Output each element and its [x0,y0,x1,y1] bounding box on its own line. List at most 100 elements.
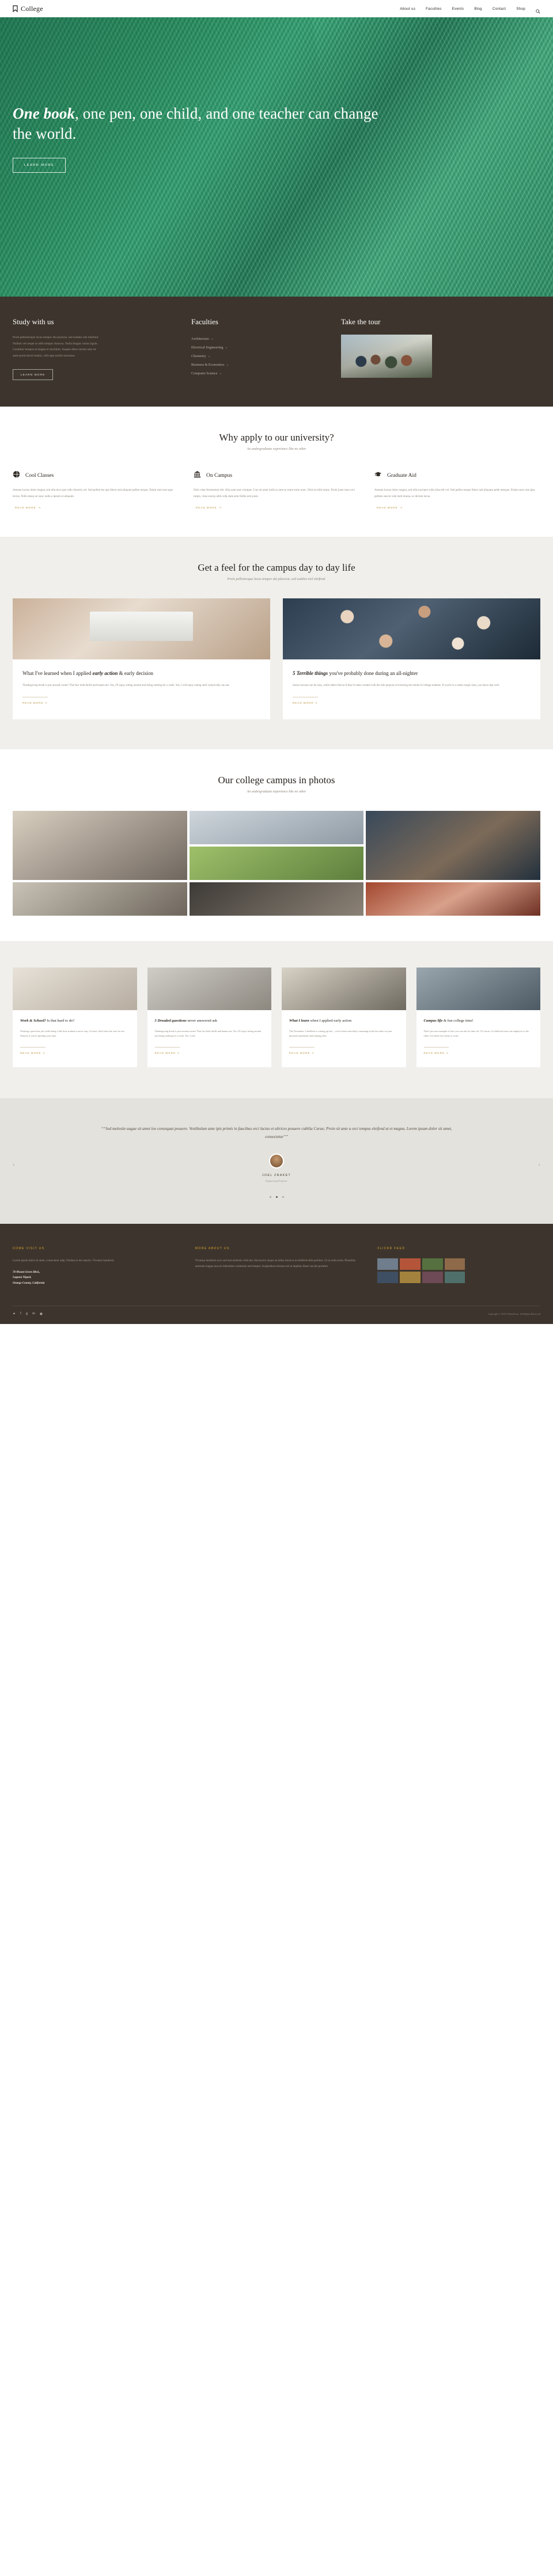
nav-item-contact[interactable]: Contact [493,7,506,11]
tour-title: Take the tour [341,317,381,326]
why-heading: Why apply to our university? [219,432,334,443]
hero-learn-more-button[interactable]: LEARN MORE [13,158,66,173]
article-card[interactable]: Campus life & fun college time! That's j… [416,967,540,1067]
article-title-rest: never answered ask [186,1018,218,1023]
blog-card[interactable]: 5 Terrible things you've probably done d… [283,598,540,719]
read-more-label: READ MORE [154,1051,176,1054]
google-plus-icon[interactable]: g [26,1312,28,1316]
carousel-dot[interactable] [282,1196,284,1198]
testimonial-prev-button[interactable]: ‹ [13,1161,15,1168]
arrow-right-icon: ➞ [310,1051,315,1054]
article-card[interactable]: 5 Dreaded questions never answered ask T… [147,967,271,1067]
feature-title: On Campus [206,473,233,479]
nav-item-shop[interactable]: Shop [516,7,525,11]
feature-graduate-aid: Graduate Aid Aenean luctus dolor magna, … [374,471,540,511]
testimonial-author-role: Engineering Professor [266,1179,287,1182]
faculties-column: Faculties Architecture» Electrical Engin… [191,317,341,380]
flickr-thumb[interactable] [400,1258,421,1270]
photo-gallery-section: Our college campus in photos An undergra… [0,749,553,941]
article-card[interactable]: Work & School? Is that hard to do? Worki… [13,967,137,1067]
blog-title-rest: you've probably done during an all-night… [328,670,418,676]
photo-tile[interactable] [13,882,187,916]
faculty-item-electrical-engineering[interactable]: Electrical Engineering» [191,343,341,352]
nav-item-faculties[interactable]: Faculties [426,7,441,11]
study-with-us-column: Study with us Proin pellentesque lacus t… [13,317,191,381]
rss-icon[interactable]: ◉ [40,1312,43,1316]
arrow-right-icon: ➞ [38,506,41,509]
article-title: 5 Dreaded questions never answered ask [155,1018,264,1024]
carousel-dots [13,1190,540,1201]
blog-title: 5 Terrible things you've probably done d… [293,670,531,677]
why-subheading: An undergraduate experience like no othe… [247,447,306,452]
photos-heading: Our college campus in photos [218,774,335,786]
read-more-label: READ MORE [377,506,398,509]
nav-item-blog[interactable]: Blog [474,7,482,11]
photo-tile[interactable] [366,882,540,916]
arrow-right-icon: ➞ [43,701,48,704]
article-title: Campus life & fun college time! [424,1018,533,1024]
flickr-thumb[interactable] [377,1271,399,1283]
testimonial-next-button[interactable]: › [538,1161,540,1168]
blog-image [283,598,540,659]
chevron-right-icon: » [219,371,222,375]
blog-title-suffix: & early decision [118,670,154,676]
study-learn-more-button[interactable]: LEARN MORE [13,369,54,381]
tour-photo[interactable] [341,335,432,378]
article-read-more-button[interactable]: READ MORE ➞ [20,1046,46,1055]
arrow-right-icon: ➞ [41,1051,46,1054]
photos-subheading: An undergraduate experience like no othe… [247,790,306,794]
article-excerpt: That's just one example of how you can a… [423,1029,529,1038]
flickr-thumb[interactable] [377,1258,399,1270]
photo-tile[interactable] [189,846,364,880]
feature-read-more-button[interactable]: READ MORE ➞ [194,506,222,510]
footer-heading: FLICKR FEED [377,1246,406,1250]
article-read-more-button[interactable]: READ MORE ➞ [154,1046,180,1055]
blog-read-more-button[interactable]: READ MORE ➞ [293,696,318,705]
article-title-strong: 5 Dreaded questions [154,1018,187,1023]
flickr-thumb[interactable] [400,1271,421,1283]
article-title-strong: What I learn [289,1018,309,1023]
twitter-icon[interactable]: ✦ [13,1312,16,1316]
article-read-more-button[interactable]: READ MORE ➞ [423,1046,449,1055]
read-more-label: READ MORE [196,506,217,509]
study-body: Proin pellentesque lacus tempor dui plac… [13,336,99,358]
brand-logo[interactable]: College [13,5,43,13]
feature-title: Cool Classes [25,473,54,479]
flickr-thumb[interactable] [444,1271,465,1283]
article-card[interactable]: What I learn when I applied early action… [282,967,406,1067]
flickr-thumb[interactable] [422,1258,443,1270]
faculty-item-business-economics[interactable]: Business & Economics» [191,361,341,369]
faculty-item-computer-science[interactable]: Computer Science» [191,369,341,378]
photo-tile[interactable] [189,810,364,844]
flickr-thumb[interactable] [444,1258,465,1270]
feature-cool-classes: Cool Classes Aenean luctus dolor magna, … [13,471,179,511]
graduation-cap-icon [374,471,382,481]
linkedin-icon[interactable]: in [32,1312,35,1316]
article-title-strong: Campus life [423,1018,443,1023]
carousel-dot[interactable] [269,1196,271,1198]
globe-icon [13,471,20,481]
feature-read-more-button[interactable]: READ MORE ➞ [374,506,403,510]
facebook-icon[interactable]: f [20,1312,21,1316]
flickr-thumb[interactable] [422,1271,443,1283]
faculty-item-architecture[interactable]: Architecture» [191,335,341,343]
feature-read-more-button[interactable]: READ MORE ➞ [13,506,41,510]
nav-item-about-us[interactable]: About us [400,7,415,11]
search-icon[interactable] [536,6,540,14]
blog-title-prefix: What I've learned when I applied [22,670,93,676]
read-more-label: READ MORE [289,1051,310,1054]
brand-name: College [21,4,43,13]
article-read-more-button[interactable]: READ MORE ➞ [289,1046,315,1055]
photo-tile[interactable] [189,882,364,916]
faculty-item-chemistry[interactable]: Chemistry» [191,352,341,361]
copyright-text: Copyright © 2016 ThemeFuse. All Rights R… [487,1312,540,1316]
carousel-dot-active[interactable] [275,1196,278,1198]
blog-card[interactable]: What I've learned when I applied early a… [13,598,270,719]
hero-banner: One book, one pen, one child, and one te… [0,17,553,297]
photo-tile[interactable] [13,810,187,880]
read-more-label: READ MORE [20,1051,41,1054]
photo-tile[interactable] [366,810,540,880]
blog-read-more-button[interactable]: READ MORE ➞ [22,696,48,705]
nav-item-events[interactable]: Events [452,7,464,11]
feature-body: Aenean luctus dolor magna, sed ulla susc… [374,488,535,498]
